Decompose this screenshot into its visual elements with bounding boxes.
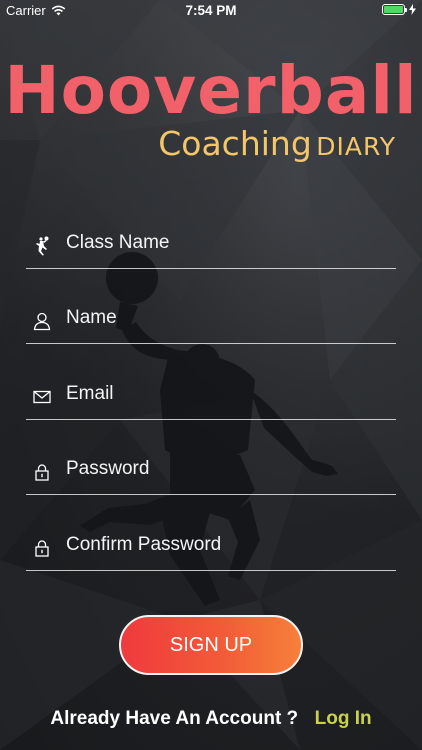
confirm-password-input[interactable] xyxy=(66,530,386,560)
battery-icon xyxy=(382,4,407,15)
class-name-field xyxy=(26,224,396,269)
confirm-password-field xyxy=(26,526,396,571)
subtitle-coaching: Coaching xyxy=(158,124,312,163)
app-logo-title: Hooverball xyxy=(4,52,418,129)
class-name-input[interactable] xyxy=(66,228,386,258)
mail-icon xyxy=(33,390,51,404)
sign-up-button[interactable]: SIGN UP xyxy=(119,615,303,675)
lock-icon xyxy=(35,464,49,481)
already-have-account-text: Already Have An Account ? xyxy=(50,708,299,729)
app-logo-subtitle: Coaching DIARY xyxy=(158,124,396,163)
clock: 7:54 PM xyxy=(185,3,237,18)
charging-bolt-icon xyxy=(409,4,416,15)
password-field xyxy=(26,450,396,495)
login-prompt: Already Have An Account ? Log In xyxy=(0,708,422,730)
user-icon xyxy=(33,312,51,331)
email-input[interactable] xyxy=(66,379,386,409)
lock-icon xyxy=(35,540,49,557)
log-in-link[interactable]: Log In xyxy=(315,708,372,729)
name-field xyxy=(26,299,396,344)
subtitle-diary: DIARY xyxy=(316,132,396,161)
name-input[interactable] xyxy=(66,303,386,333)
password-input[interactable] xyxy=(66,454,386,484)
basketball-player-icon xyxy=(36,236,49,256)
email-field xyxy=(26,375,396,420)
status-bar: Carrier 7:54 PM xyxy=(0,0,422,22)
